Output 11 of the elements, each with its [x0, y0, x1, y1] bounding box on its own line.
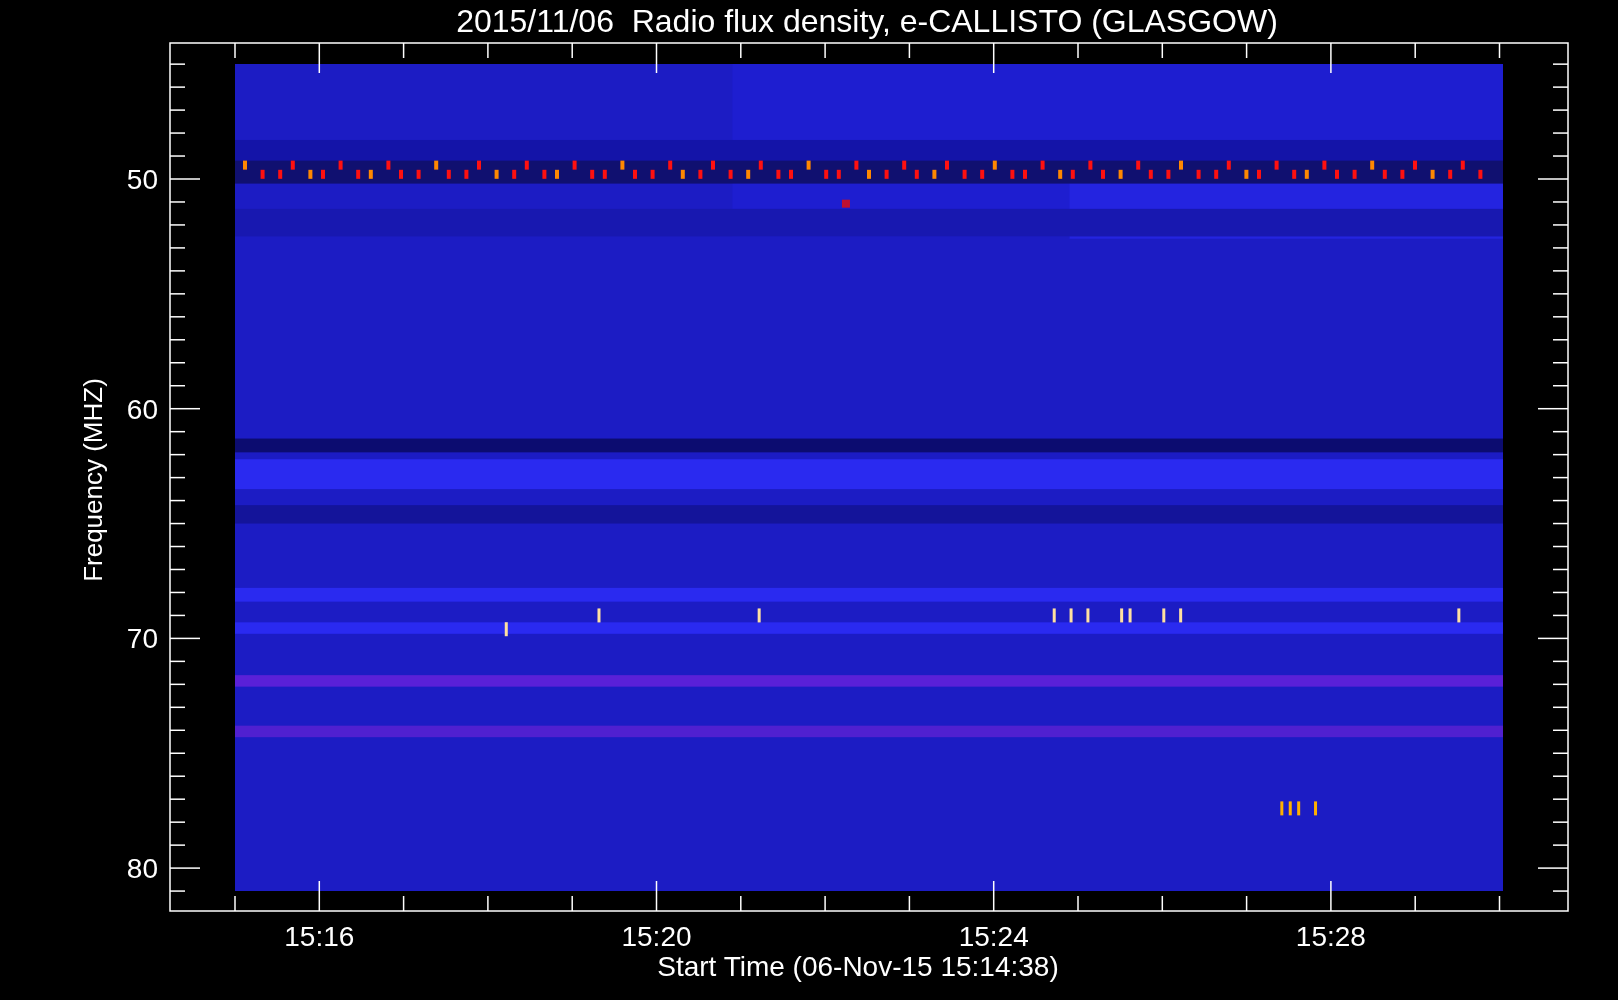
x-axis-label: Start Time (06-Nov-15 15:14:38) [657, 951, 1059, 982]
y-tick-label: 80 [126, 853, 158, 885]
x-tick-label: 15:16 [284, 921, 355, 952]
y-tick-label: 70 [126, 623, 158, 655]
y-axis-label: Frequency (MHZ) [78, 378, 108, 582]
x-tick-label: 15:20 [621, 921, 692, 952]
x-tick-label: 15:24 [958, 921, 1029, 952]
y-tick-label: 60 [126, 393, 158, 425]
x-tick-label: 15:28 [1295, 921, 1366, 952]
chart-title: 2015/11/06 Radio flux density, e-CALLISTO (GLASGOW) [456, 3, 1278, 39]
y-tick-label: 50 [126, 164, 158, 195]
